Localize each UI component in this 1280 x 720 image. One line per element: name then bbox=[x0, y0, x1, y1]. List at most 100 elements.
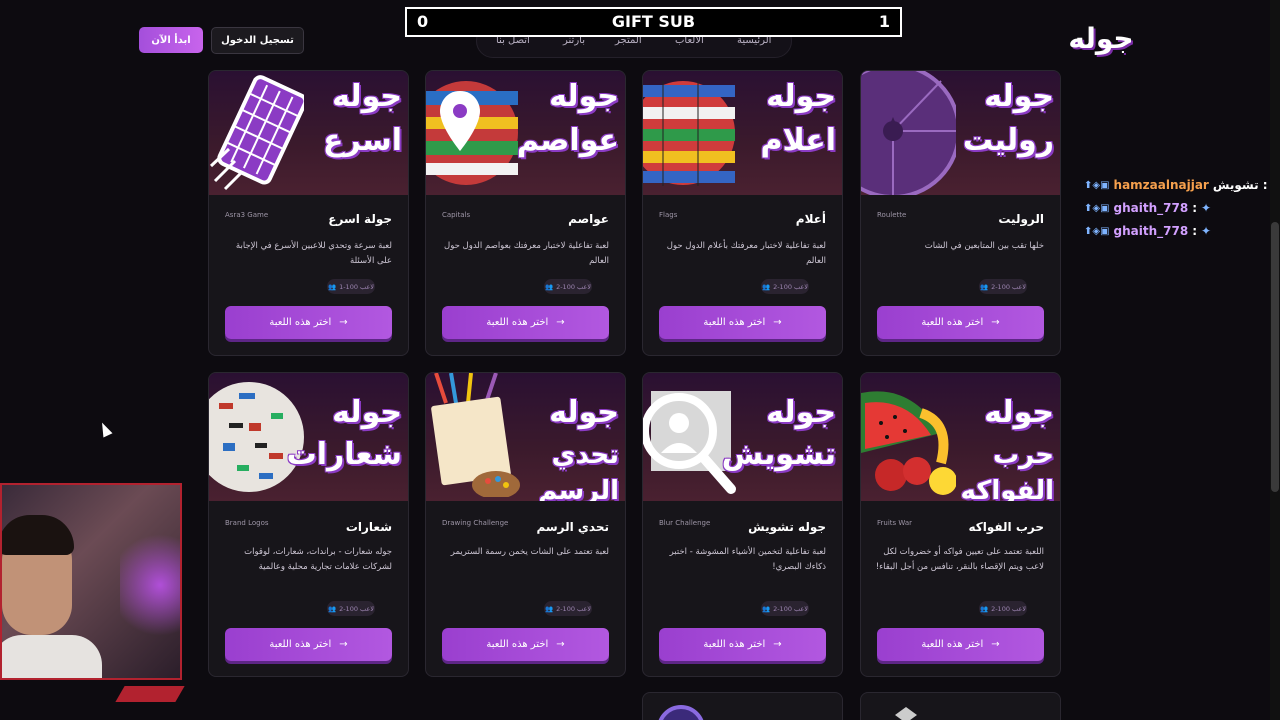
card-banner: جوله اسرع bbox=[209, 71, 408, 195]
players-icon: 👥 bbox=[544, 282, 554, 291]
webcam-frame-accent bbox=[115, 686, 185, 702]
banner-subtitle: شعارات bbox=[286, 437, 402, 472]
game-description: لعبة تفاعلية لتخمين الأشياء المشوشة - اخ… bbox=[669, 547, 826, 572]
chat-colon: : bbox=[1192, 201, 1198, 215]
game-name: جوله تشويش bbox=[748, 520, 826, 534]
chat-message: ⬆◈▣ ghaith_778 : ✦ bbox=[1084, 224, 1211, 238]
streamer-body bbox=[2, 635, 102, 678]
choose-game-button[interactable]: اختر هذه اللعبة → bbox=[225, 628, 392, 661]
players-badge: 👥 1-100 لاعب bbox=[327, 279, 375, 294]
game-description: لعبة تفاعلية لاختبار معرفتك بعواصم الدول… bbox=[444, 241, 609, 266]
chat-badges-icon: ⬆◈▣ bbox=[1084, 225, 1110, 237]
players-badge: 👥 2-100 لاعب bbox=[544, 601, 592, 616]
chat-badges-icon: ⬆◈▣ bbox=[1084, 179, 1110, 191]
card-banner: جوله روليت bbox=[861, 71, 1060, 195]
game-description: لعبة تفاعلية لاختبار معرفتك بأعلام الدول… bbox=[666, 241, 826, 266]
game-card-partial[interactable] bbox=[860, 692, 1061, 720]
game-name: جولة اسرع bbox=[328, 212, 392, 226]
game-card-asra3[interactable]: جوله اسرع جولة اسرع Asra3 Game لعبة سرعة… bbox=[208, 70, 409, 356]
streamer-hair bbox=[2, 515, 74, 555]
banner-title: جوله bbox=[766, 395, 836, 430]
chat-username: ghaith_778 bbox=[1113, 201, 1189, 215]
arrow-right-icon: → bbox=[773, 317, 782, 328]
game-name: شعارات bbox=[345, 520, 392, 534]
game-name: أعلام bbox=[795, 212, 826, 226]
chat-username: ghaith_778 bbox=[1113, 224, 1189, 238]
players-count: 2-100 لاعب bbox=[556, 282, 592, 291]
banner-title: جوله bbox=[766, 79, 836, 114]
choose-game-button[interactable]: اختر هذه اللعبة → bbox=[442, 628, 609, 661]
game-description: لعبة سرعة وتحدي للاعبين الأسرع في الإجاب… bbox=[235, 241, 392, 266]
start-button[interactable]: ابدأ الآن bbox=[139, 27, 203, 53]
players-icon: 👥 bbox=[979, 282, 989, 291]
players-badge: 👥 2-100 لاعب bbox=[979, 279, 1027, 294]
players-badge: 👥 2-100 لاعب bbox=[761, 279, 809, 294]
choose-game-label: اختر هذه اللعبة bbox=[703, 317, 766, 328]
choose-game-label: اختر هذه اللعبة bbox=[486, 639, 549, 650]
game-english-name: Fruits War bbox=[877, 519, 913, 527]
card-banner: جوله عواصم bbox=[426, 71, 625, 195]
banner-title: جوله bbox=[984, 79, 1054, 114]
choose-game-button[interactable]: اختر هذه اللعبة → bbox=[659, 628, 826, 661]
card-banner: جوله تشويش bbox=[643, 373, 842, 501]
arrow-right-icon: → bbox=[556, 317, 565, 328]
choose-game-label: اختر هذه اللعبة bbox=[269, 317, 332, 328]
partial-art-icon bbox=[895, 707, 917, 720]
game-card-blur[interactable]: جوله تشويش جوله تشويش Blur Challenge لعب… bbox=[642, 372, 843, 677]
gift-sub-bar: 0 GIFT SUB 1 bbox=[405, 7, 902, 37]
banner-title: جوله bbox=[332, 79, 402, 114]
players-badge: 👥 2-100 لاعب bbox=[761, 601, 809, 616]
game-english-name: Capitals bbox=[442, 211, 471, 219]
banner-title: جوله bbox=[984, 395, 1054, 430]
arrow-right-icon: → bbox=[556, 639, 565, 650]
players-icon: 👥 bbox=[327, 604, 337, 613]
arrow-right-icon: → bbox=[991, 317, 1000, 328]
game-name: الروليت bbox=[998, 212, 1044, 226]
banner-subtitle: حرب الفواكه bbox=[960, 440, 1055, 501]
banner-title: جوله bbox=[332, 395, 402, 430]
gift-title: GIFT SUB bbox=[611, 12, 696, 31]
game-card-flags[interactable]: جوله اعلام أعلام Flags لعبة تفاعلية لاخت… bbox=[642, 70, 843, 356]
players-count: 2-100 لاعب bbox=[991, 604, 1027, 613]
game-card-logos[interactable]: جوله شعارات شعارات Brand Logos جوله شعار… bbox=[208, 372, 409, 677]
players-count: 2-100 لاعب bbox=[773, 282, 809, 291]
banner-title: جوله bbox=[549, 395, 619, 430]
players-count: 2-100 لاعب bbox=[991, 282, 1027, 291]
chat-message: ⬆◈▣ hamzaalnajjar تشويش : bbox=[1084, 178, 1268, 192]
choose-game-button[interactable]: اختر هذه اللعبة → bbox=[225, 306, 392, 339]
game-description: اللعبة تعتمد على تعيين فواكه أو خضروات ل… bbox=[875, 547, 1044, 572]
arrow-right-icon: → bbox=[339, 317, 348, 328]
scrollbar-thumb[interactable] bbox=[1271, 222, 1279, 492]
game-card-roulette[interactable]: جوله روليت الروليت Roulette خلها تقب بين… bbox=[860, 70, 1061, 356]
game-english-name: Roulette bbox=[877, 211, 907, 219]
choose-game-label: اختر هذه اللعبة bbox=[486, 317, 549, 328]
login-button[interactable]: تسجيل الدخول bbox=[211, 27, 304, 54]
game-card-fruits[interactable]: جوله حرب الفواكه حرب الفواكه Fruits War … bbox=[860, 372, 1061, 677]
game-description: جوله شعارات - براندات، شعارات، لوقوات لش… bbox=[244, 547, 392, 572]
card-banner: جوله تحدي الرسم bbox=[426, 373, 625, 501]
emote-icon: ✦ bbox=[1201, 201, 1212, 215]
choose-game-button[interactable]: اختر هذه اللعبة → bbox=[659, 306, 826, 339]
players-count: 2-100 لاعب bbox=[773, 604, 809, 613]
chat-text: تشويش : bbox=[1212, 178, 1268, 192]
scrollbar[interactable] bbox=[1270, 0, 1280, 720]
players-count: 2-100 لاعب bbox=[556, 604, 592, 613]
players-count: 1-100 لاعب bbox=[339, 282, 375, 291]
players-icon: 👥 bbox=[979, 604, 989, 613]
game-description: خلها تقب بين المتابعين في الشات bbox=[924, 241, 1044, 251]
choose-game-button[interactable]: اختر هذه اللعبة → bbox=[877, 306, 1044, 339]
mouse-cursor-icon bbox=[97, 420, 113, 438]
game-card-drawing[interactable]: جوله تحدي الرسم تحدي الرسم Drawing Chall… bbox=[425, 372, 626, 677]
game-card-capitals[interactable]: جوله عواصم عواصم Capitals لعبة تفاعلية ل… bbox=[425, 70, 626, 356]
players-badge: 👥 2-100 لاعب bbox=[544, 279, 592, 294]
site-logo[interactable]: جوله bbox=[1062, 22, 1140, 55]
game-description: لعبة تعتمد على الشات يخمن رسمة الستريمر bbox=[450, 547, 609, 557]
arrow-right-icon: → bbox=[991, 639, 1000, 650]
choose-game-button[interactable]: اختر هذه اللعبة → bbox=[877, 628, 1044, 661]
game-english-name: Blur Challenge bbox=[659, 519, 711, 527]
chat-username: hamzaalnajjar bbox=[1113, 178, 1209, 192]
game-card-partial[interactable] bbox=[642, 692, 843, 720]
game-name: عواصم bbox=[568, 212, 609, 226]
players-badge: 👥 2-100 لاعب bbox=[979, 601, 1027, 616]
choose-game-button[interactable]: اختر هذه اللعبة → bbox=[442, 306, 609, 339]
